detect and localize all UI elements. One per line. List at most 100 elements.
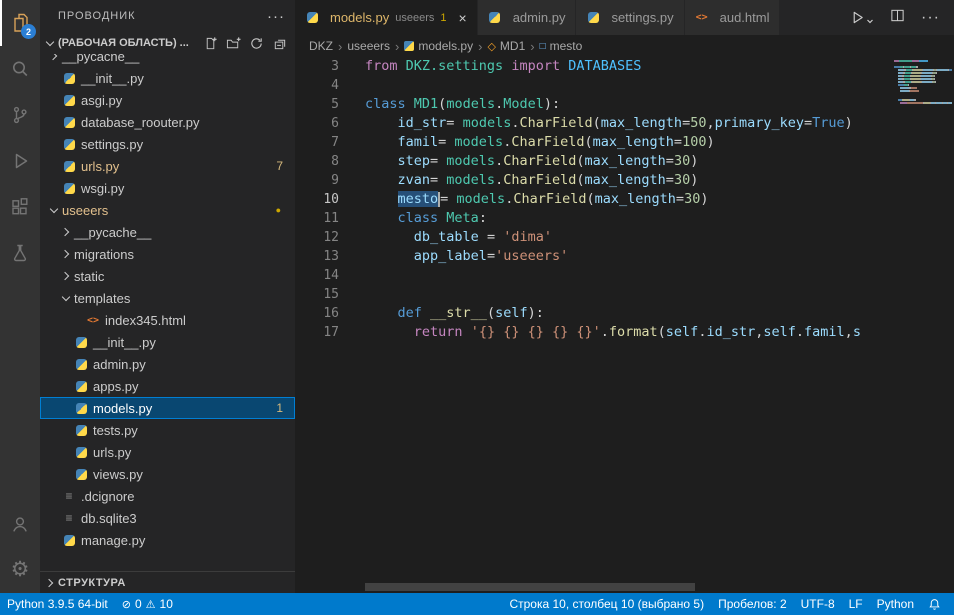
activity-bar-item-source-control[interactable] [0,92,40,138]
activity-bar-item-run-debug[interactable] [0,138,40,184]
tree-file--dcignore[interactable]: ≡.dcignore [40,485,295,507]
code-line[interactable]: 15 [295,285,890,304]
tree-folder-templates[interactable]: templates [40,287,295,309]
tree-file-urls-py[interactable]: urls.py [40,441,295,463]
tree-file-models-py[interactable]: models.py1 [40,397,295,419]
line-number[interactable]: 7 [295,133,365,152]
breadcrumb-item-mesto[interactable]: □mesto [540,39,583,53]
line-number[interactable]: 16 [295,304,365,323]
line-number[interactable]: 12 [295,228,365,247]
breadcrumb-item-useeers[interactable]: useeers [347,39,390,53]
line-number[interactable]: 6 [295,114,365,133]
code-text: db_table = 'dima' [365,228,552,247]
minimap[interactable] [890,57,954,593]
outline-section-header[interactable]: СТРУКТУРА [40,571,295,593]
code-line[interactable]: 11 class Meta: [295,209,890,228]
notifications-bell[interactable] [921,598,948,611]
code-editor[interactable]: 3from DKZ.settings import DATABASES45cla… [295,57,954,593]
code-area[interactable]: 3from DKZ.settings import DATABASES45cla… [295,57,890,593]
code-line[interactable]: 13 app_label='useeers' [295,247,890,266]
tree-folder--pycache-[interactable]: __pycache__ [40,54,295,67]
tree-file-wsgi-py[interactable]: wsgi.py [40,177,295,199]
line-number[interactable]: 10 [295,190,365,209]
more-actions-icon[interactable]: ··· [921,9,940,27]
indentation-setting[interactable]: Пробелов: 2 [711,597,794,611]
tree-folder-static[interactable]: static [40,265,295,287]
tree-file-db-sqlite3[interactable]: ≡db.sqlite3 [40,507,295,529]
tree-file-urls-py[interactable]: urls.py7 [40,155,295,177]
tab-aud-html[interactable]: <>aud.html [685,0,781,35]
line-number[interactable]: 13 [295,247,365,266]
encoding-setting[interactable]: UTF-8 [794,597,842,611]
tree-file--init-py[interactable]: __init__.py [40,331,295,353]
tree-item-label: tests.py [93,423,138,438]
breadcrumb-item-md1[interactable]: ◇MD1 [487,39,525,53]
collapse-all-icon[interactable] [272,36,287,51]
refresh-icon[interactable] [249,36,264,51]
sidebar-more-actions-icon[interactable]: ··· [267,8,285,25]
problems-indicator[interactable]: ⊘ 0 ⚠ 10 [115,597,180,611]
tree-file-views-py[interactable]: views.py [40,463,295,485]
tree-file-index345-html[interactable]: <>index345.html [40,309,295,331]
workspace-section-header[interactable]: (РАБОЧАЯ ОБЛАСТЬ) ... [40,32,295,54]
line-number[interactable]: 5 [295,95,365,114]
code-line[interactable]: 4 [295,76,890,95]
line-number[interactable]: 17 [295,323,365,342]
code-line[interactable]: 14 [295,266,890,285]
line-number[interactable]: 3 [295,57,365,76]
tree-item-label: __pycache__ [62,54,139,64]
line-number[interactable]: 11 [295,209,365,228]
code-line[interactable]: 8 step= models.CharField(max_length=30) [295,152,890,171]
line-number[interactable]: 8 [295,152,365,171]
breadcrumb-item-dkz[interactable]: DKZ [309,39,333,53]
code-line[interactable]: 12 db_table = 'dima' [295,228,890,247]
tree-file-manage-py[interactable]: manage.py [40,529,295,551]
tree-item-label: apps.py [93,379,139,394]
line-number[interactable]: 4 [295,76,365,95]
tree-file-tests-py[interactable]: tests.py [40,419,295,441]
code-line[interactable]: 16 def __str__(self): [295,304,890,323]
code-line[interactable]: 17 return '{} {} {} {} {}'.format(self.i… [295,323,890,342]
python-interpreter[interactable]: Python 3.9.5 64-bit [0,597,115,611]
code-line[interactable]: 10 mesto= models.CharField(max_length=30… [295,190,890,209]
tree-file-apps-py[interactable]: apps.py [40,375,295,397]
eol-setting[interactable]: LF [842,597,870,611]
code-line[interactable]: 6 id_str= models.CharField(max_length=50… [295,114,890,133]
close-icon[interactable]: × [459,11,467,25]
tree-file--init-py[interactable]: __init__.py [40,67,295,89]
code-line[interactable]: 7 famil= models.CharField(max_length=100… [295,133,890,152]
tab-settings-py[interactable]: settings.py [576,0,684,35]
tab-label: admin.py [513,10,566,25]
tree-folder-useeers[interactable]: useeers● [40,199,295,221]
workspace-actions [203,36,287,51]
tree-file-database-roouter-py[interactable]: database_roouter.py [40,111,295,133]
tree-folder--pycache-[interactable]: __pycache__ [40,221,295,243]
line-number[interactable]: 15 [295,285,365,304]
tree-file-admin-py[interactable]: admin.py [40,353,295,375]
language-mode[interactable]: Python [870,597,921,611]
line-number[interactable]: 14 [295,266,365,285]
tab-models-py[interactable]: models.pyuseeers1× [295,0,478,35]
horizontal-scrollbar[interactable] [365,583,695,591]
run-python-file-button[interactable] [850,10,874,25]
activity-bar-item-settings[interactable]: ⚙ [0,547,40,593]
new-folder-icon[interactable] [226,36,241,51]
tree-file-asgi-py[interactable]: asgi.py [40,89,295,111]
tab-admin-py[interactable]: admin.py [478,0,577,35]
tree-folder-migrations[interactable]: migrations [40,243,295,265]
code-line[interactable]: 5class MD1(models.Model): [295,95,890,114]
split-editor-icon[interactable] [890,8,905,28]
activity-bar-item-testing[interactable] [0,230,40,276]
breadcrumb-item-models-py[interactable]: models.py [404,39,473,53]
new-file-icon[interactable] [203,36,218,51]
line-number[interactable]: 9 [295,171,365,190]
code-line[interactable]: 3from DKZ.settings import DATABASES [295,57,890,76]
code-line[interactable]: 9 zvan= models.CharField(max_length=30) [295,171,890,190]
activity-bar-item-extensions[interactable] [0,184,40,230]
activity-bar-item-explorer[interactable]: 2 [0,0,40,46]
activity-bar-item-account[interactable] [0,501,40,547]
status-right: Строка 10, столбец 10 (выбрано 5) Пробел… [502,597,954,611]
cursor-position[interactable]: Строка 10, столбец 10 (выбрано 5) [502,597,711,611]
tree-file-settings-py[interactable]: settings.py [40,133,295,155]
activity-bar-item-search[interactable] [0,46,40,92]
